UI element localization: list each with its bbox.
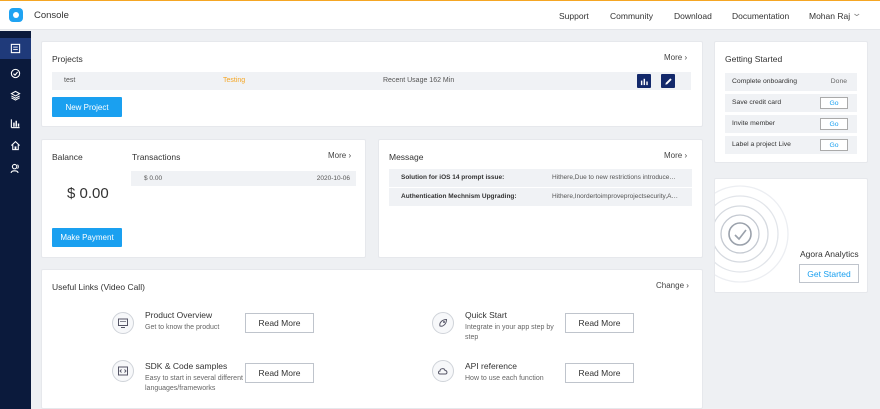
useful-links-card: Useful Links (Video Call) Change › Produ… [41, 269, 703, 409]
projects-card: Projects More › test Testing Recent Usag… [41, 41, 703, 127]
projects-title: Projects [52, 54, 83, 64]
checklist-item: Complete onboarding Done [725, 73, 857, 91]
checklist-label: Label a project Live [732, 141, 791, 148]
api-reference-icon [432, 360, 454, 382]
new-project-button[interactable]: New Project [52, 97, 122, 117]
transactions-title: Transactions [132, 152, 181, 162]
project-row[interactable]: test Testing Recent Usage 162 Min [52, 72, 691, 90]
link-desc: Easy to start in several different langu… [145, 375, 243, 392]
project-edit-button[interactable] [661, 74, 675, 88]
useful-links-title: Useful Links (Video Call) [52, 282, 145, 292]
message-row[interactable]: Authentication Mechnism Upgrading: Hithe… [389, 188, 692, 206]
message-preview: Hithere,Due to new restrictions introduc… [552, 174, 676, 181]
usage-icon [10, 68, 21, 79]
user-menu[interactable]: Mohan Raj [809, 11, 850, 21]
transaction-amount: $ 0.00 [144, 175, 163, 182]
sidebar-item-projects[interactable] [0, 38, 31, 59]
project-status-badge: Testing [223, 77, 246, 84]
read-more-button[interactable]: Read More [245, 363, 314, 383]
transactions-more-link[interactable]: More › [328, 151, 351, 160]
message-card: Message More › Solution for iOS 14 promp… [378, 139, 703, 258]
sidebar-item-usage[interactable] [0, 63, 31, 84]
checklist-status: Done [830, 78, 847, 85]
nav-download[interactable]: Download [674, 11, 712, 21]
home-icon [10, 140, 21, 151]
checklist-label: Invite member [732, 120, 776, 127]
chevron-down-icon[interactable]: ⌄ [851, 8, 862, 19]
link-desc: How to use each function [465, 375, 544, 382]
nav-support[interactable]: Support [559, 11, 589, 21]
getting-started-title: Getting Started [725, 54, 783, 64]
balance-title: Balance [52, 152, 83, 162]
analytics-card: Agora Analytics Get Started [714, 178, 868, 293]
balance-card: Balance $ 0.00 Make Payment Transactions… [41, 139, 366, 258]
checklist-item: Label a project Live Go [725, 136, 857, 154]
message-subject: Solution for iOS 14 prompt issue: [401, 174, 505, 181]
message-subject: Authentication Mechnism Upgrading: [401, 193, 517, 200]
message-title: Message [389, 152, 424, 162]
balance-amount: $ 0.00 [67, 185, 109, 202]
top-bar: Console Support Community Download Docum… [0, 0, 880, 30]
agora-logo-icon[interactable] [9, 8, 23, 22]
sidebar-item-home[interactable] [0, 135, 31, 156]
go-button[interactable]: Go [820, 139, 848, 151]
message-row[interactable]: Solution for iOS 14 prompt issue: Hither… [389, 169, 692, 187]
project-name[interactable]: test [64, 77, 75, 84]
transaction-date: 2020-10-06 [316, 175, 350, 182]
link-desc: Integrate in your app step by step [465, 324, 554, 341]
checklist-label: Save credit card [732, 99, 782, 106]
transaction-row: $ 0.00 2020-10-06 [131, 171, 356, 186]
analytics-title: Agora Analytics [800, 249, 859, 259]
read-more-button[interactable]: Read More [565, 363, 634, 383]
sidebar-item-members[interactable] [0, 158, 31, 179]
pencil-icon [664, 77, 672, 85]
bar-chart-icon [640, 78, 648, 85]
go-button[interactable]: Go [820, 97, 848, 109]
projects-icon [10, 43, 21, 54]
checklist-item: Save credit card Go [725, 94, 857, 112]
product-overview-icon [112, 312, 134, 334]
code-samples-icon [112, 360, 134, 382]
checklist-label: Complete onboarding [732, 78, 797, 85]
project-usage: Recent Usage 162 Min [383, 77, 455, 84]
link-title: Product Overview [145, 310, 213, 320]
link-title: API reference [465, 361, 517, 371]
nav-community[interactable]: Community [610, 11, 653, 21]
get-started-button[interactable]: Get Started [799, 264, 859, 283]
layers-icon [10, 90, 21, 101]
members-icon [10, 163, 19, 174]
getting-started-card: Getting Started Complete onboarding Done… [714, 41, 868, 163]
sidebar-item-analytics[interactable] [0, 113, 31, 134]
projects-more-link[interactable]: More › [664, 53, 687, 62]
brand-title: Console [34, 10, 69, 21]
change-link[interactable]: Change › [656, 281, 689, 290]
read-more-button[interactable]: Read More [245, 313, 314, 333]
sidebar [0, 31, 31, 409]
sidebar-item-layers[interactable] [0, 85, 31, 106]
nav-documentation[interactable]: Documentation [732, 11, 789, 21]
project-analytics-button[interactable] [637, 74, 651, 88]
go-button[interactable]: Go [820, 118, 848, 130]
link-title: SDK & Code samples [145, 361, 228, 371]
link-title: Quick Start [465, 310, 508, 320]
message-preview: Hithere,Inordertoimproveprojectsecurity,… [552, 193, 678, 200]
read-more-button[interactable]: Read More [565, 313, 634, 333]
analytics-icon [10, 119, 20, 129]
link-desc: Get to know the product [145, 324, 220, 331]
analytics-rings-icon [715, 185, 789, 283]
checklist-item: Invite member Go [725, 115, 857, 133]
quick-start-icon [432, 312, 454, 334]
make-payment-button[interactable]: Make Payment [52, 228, 122, 247]
message-more-link[interactable]: More › [664, 151, 687, 160]
